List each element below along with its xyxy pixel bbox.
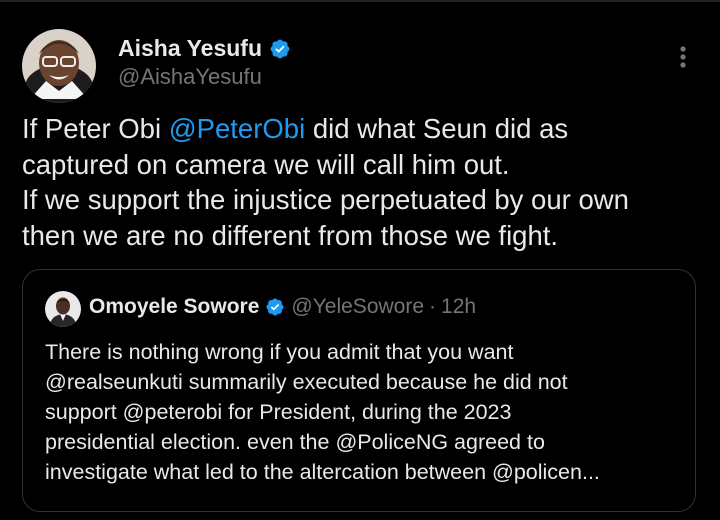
tweet-text-line: If Peter Obi @PeterObi did what Seun did… bbox=[22, 111, 702, 147]
verified-badge-icon bbox=[270, 39, 290, 58]
author-name[interactable]: Aisha Yesufu bbox=[118, 35, 262, 62]
mention-link[interactable]: @PeterObi bbox=[169, 113, 305, 144]
author-name-row[interactable]: Aisha Yesufu bbox=[118, 35, 291, 62]
tweet: Aisha Yesufu @AishaYesufu If Peter Obi @… bbox=[0, 0, 720, 520]
quote-text-line: support @peterobi for President, during … bbox=[45, 400, 512, 424]
quote-text-line: investigate what led to the altercation … bbox=[45, 460, 600, 484]
author-avatar[interactable] bbox=[22, 29, 96, 103]
verified-badge-icon bbox=[266, 298, 284, 316]
quote-header: Omoyele Sowore @YeleSowore · 12h bbox=[89, 295, 476, 319]
quote-author-avatar[interactable] bbox=[45, 291, 81, 327]
quote-text-line: @realseunkuti summarily executed because… bbox=[45, 370, 568, 394]
quote-timestamp[interactable]: 12h bbox=[441, 295, 476, 319]
quote-author-handle[interactable]: @YeleSowore bbox=[291, 295, 424, 319]
tweet-text-line: then we are no different from those we f… bbox=[22, 219, 559, 251]
tweet-text-segment: If Peter Obi bbox=[22, 113, 169, 144]
author-handle[interactable]: @AishaYesufu bbox=[118, 64, 262, 90]
avatar-photo-icon bbox=[45, 291, 81, 327]
tweet-text-segment: did what Seun did as bbox=[305, 113, 569, 144]
tweet-text-line: If we support the injustice perpetuated … bbox=[22, 184, 629, 215]
quote-text-line: presidential election. even the @PoliceN… bbox=[45, 430, 545, 454]
quoted-tweet-card[interactable]: Omoyele Sowore @YeleSowore · 12h There i… bbox=[22, 269, 696, 512]
avatar-photo-icon bbox=[22, 29, 96, 103]
quote-text-line: There is nothing wrong if you admit that… bbox=[45, 340, 514, 364]
separator-dot: · bbox=[429, 295, 437, 318]
tweet-text: If Peter Obi @PeterObi did what Seun did… bbox=[22, 111, 702, 253]
quote-author-name[interactable]: Omoyele Sowore bbox=[89, 295, 259, 319]
quote-text: There is nothing wrong if you admit that… bbox=[45, 337, 685, 487]
more-vertical-icon[interactable] bbox=[672, 44, 694, 70]
tweet-text-line: captured on camera we will call him out. bbox=[22, 148, 510, 180]
